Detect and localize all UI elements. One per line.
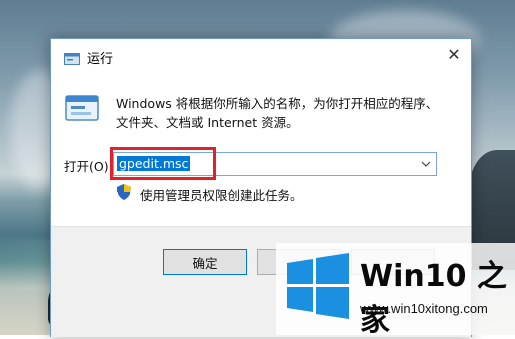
run-title-icon xyxy=(64,50,80,65)
chevron-down-icon[interactable] xyxy=(418,156,434,172)
watermark-title: Win10 之家 xyxy=(360,259,507,338)
shield-icon xyxy=(117,184,131,200)
ok-button[interactable]: 确定 xyxy=(163,249,247,275)
watermark-url: www.win10xitong.com xyxy=(360,301,488,316)
close-icon: ✕ xyxy=(447,44,461,64)
admin-note: 使用管理员权限创建此任务。 xyxy=(140,188,303,203)
open-label: 打开(O): xyxy=(64,159,113,174)
close-button[interactable]: ✕ xyxy=(437,39,471,69)
description-line-1: Windows 将根据你所输入的名称，为你打开相应的程序、 xyxy=(116,96,439,111)
description-line-2: 文件夹、文档或 Internet 资源。 xyxy=(116,115,299,130)
input-highlight-box xyxy=(110,147,216,180)
dialog-title: 运行 xyxy=(87,52,114,67)
watermark: Win10 之家 www.win10xitong.com xyxy=(276,243,515,338)
description: Windows 将根据你所输入的名称，为你打开相应的程序、 文件夹、文档或 In… xyxy=(116,94,456,132)
title-bar[interactable]: 运行 ✕ xyxy=(51,39,471,73)
run-app-icon xyxy=(65,94,99,124)
windows-logo-icon xyxy=(285,253,351,319)
